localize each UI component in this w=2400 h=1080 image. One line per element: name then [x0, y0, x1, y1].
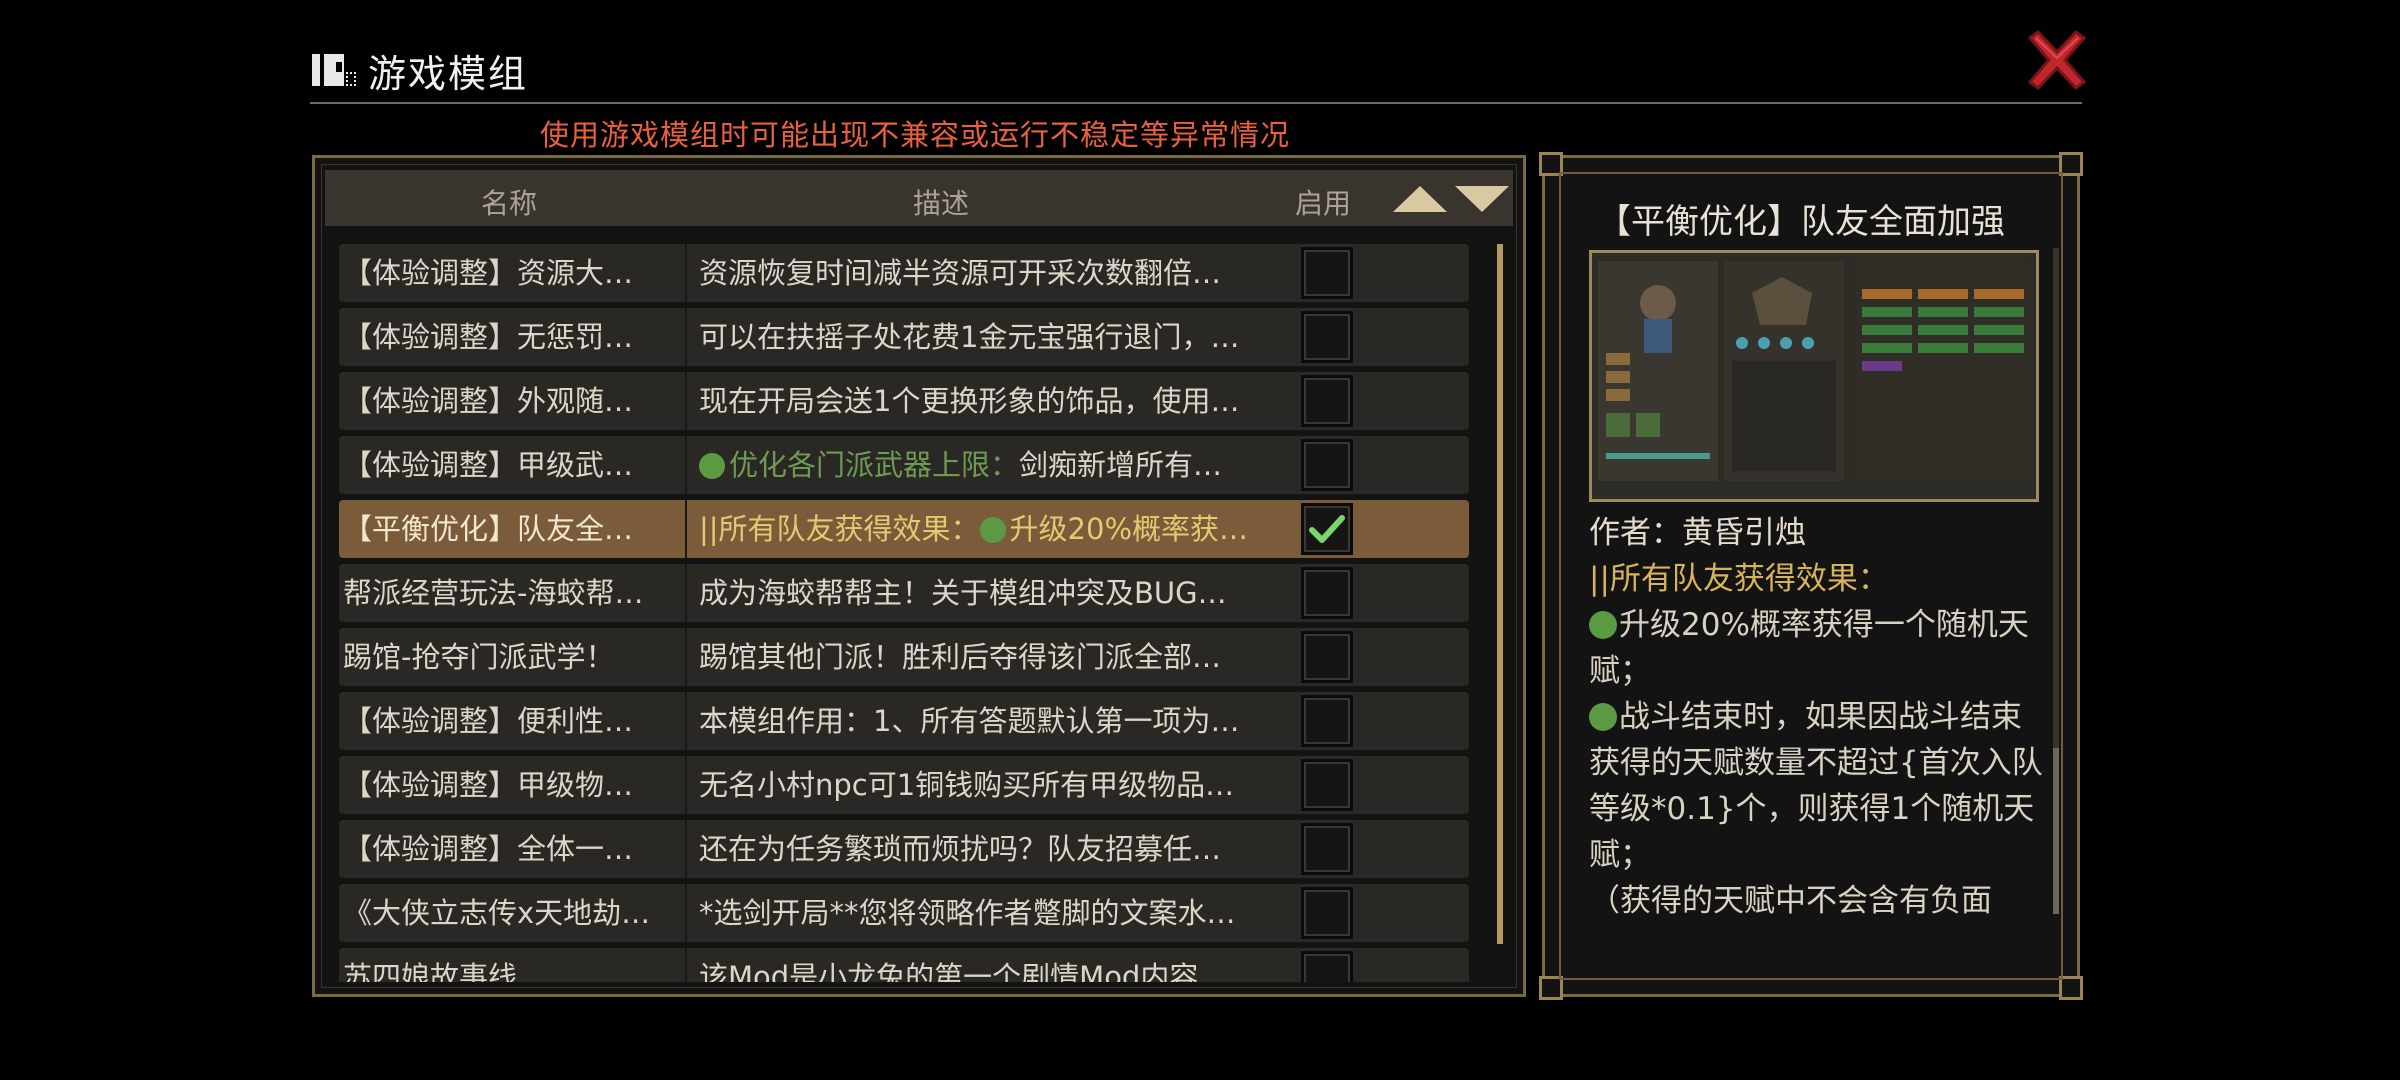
- header-enable: 启用: [1295, 187, 1352, 220]
- mod-description: *选剑开局**您将领略作者蹩脚的文案水…: [699, 896, 1236, 930]
- mod-description: 该Mod是小龙兔的第一个剧情Mod内容…: [699, 960, 1228, 982]
- header-description: 描述: [913, 187, 970, 220]
- mod-description: 无名小村npc可1铜钱购买所有甲级物品…: [699, 768, 1235, 802]
- green-dot-icon: [1589, 703, 1617, 731]
- enable-checkbox[interactable]: [1301, 759, 1353, 811]
- mod-name: 踢馆-抢夺门派武学！: [343, 640, 615, 674]
- mod-name: 【体验调整】甲级武…: [343, 448, 634, 482]
- enable-checkbox[interactable]: [1301, 439, 1353, 491]
- mod-description: 现在开局会送1个更换形象的饰品，使用…: [699, 384, 1240, 418]
- triangle-down-icon: [1455, 186, 1509, 212]
- mod-description: 还在为任务繁琐而烦扰吗？队友招募任…: [699, 832, 1222, 866]
- mod-description: 成为海蛟帮帮主！关于模组冲突及BUG…: [699, 576, 1227, 610]
- list-item[interactable]: 踢馆-抢夺门派武学！ 踢馆其他门派！胜利后夺得该门派全部…: [339, 628, 1469, 686]
- enable-checkbox[interactable]: [1301, 823, 1353, 875]
- list-item-selected[interactable]: 【平衡优化】队友全… ||所有队友获得效果： 升级20%概率获…: [339, 500, 1469, 558]
- mod-name: 【平衡优化】队友全…: [343, 512, 634, 546]
- mod-name: 【体验调整】便利性…: [343, 704, 634, 738]
- list-scrollbar[interactable]: [1497, 244, 1503, 944]
- mod-detail-description: 作者：黄昏引烛 ||所有队友获得效果： 升级20%概率获得一个随机天赋； 战斗结…: [1589, 510, 2043, 920]
- enable-checkbox[interactable]: [1301, 695, 1353, 747]
- enable-checkbox[interactable]: [1301, 951, 1353, 982]
- close-x-icon: [2027, 29, 2087, 91]
- mod-description: 本模组作用：1、所有答题默认第一项为…: [699, 704, 1240, 738]
- mod-name: 《大侠立志传x天地劫…: [343, 896, 651, 930]
- list-item[interactable]: 苏四娘故事线 该Mod是小龙兔的第一个剧情Mod内容…: [339, 948, 1469, 982]
- mod-detail-panel: 【平衡优化】队友全面加强 作者：黄昏引烛 ||所有队友获得效果： 升级20%概率…: [1539, 152, 2083, 1000]
- effect-header: ||所有队友获得效果：: [1589, 561, 1889, 597]
- sort-down-button[interactable]: [1453, 184, 1511, 214]
- sort-up-button[interactable]: [1391, 184, 1449, 214]
- mod-name: 苏四娘故事线: [343, 960, 518, 982]
- mod-name: 【体验调整】资源大…: [343, 256, 634, 290]
- enable-checkbox[interactable]: [1301, 247, 1353, 299]
- list-item[interactable]: 【体验调整】外观随… 现在开局会送1个更换形象的饰品，使用…: [339, 372, 1469, 430]
- effect-line: 战斗结束时，如果因战斗结束获得的天赋数量不超过{首次入队等级*0.1}个，则获得…: [1589, 699, 2043, 873]
- green-dot-icon: [1589, 611, 1617, 639]
- list-item[interactable]: 【体验调整】全体一… 还在为任务繁琐而烦扰吗？队友招募任…: [339, 820, 1469, 878]
- list-item[interactable]: 【体验调整】无惩罚… 可以在扶摇子处花费1金元宝强行退门，…: [339, 308, 1469, 366]
- mod-name: 【体验调整】甲级物…: [343, 768, 634, 802]
- window-title: 游戏模组: [368, 51, 529, 96]
- window-title-bar: 游戏模组: [312, 44, 528, 96]
- enable-checkbox[interactable]: [1301, 311, 1353, 363]
- mod-name: 【体验调整】无惩罚…: [343, 320, 634, 354]
- mod-list: 【体验调整】资源大… 资源恢复时间减半资源可开采次数翻倍… 【体验调整】无惩罚……: [339, 244, 1479, 982]
- enable-checkbox[interactable]: [1301, 631, 1353, 683]
- triangle-up-icon: [1393, 186, 1447, 212]
- detail-scroll-thumb[interactable]: [2053, 748, 2059, 914]
- header-name: 名称: [481, 187, 538, 220]
- mod-description: 可以在扶摇子处花费1金元宝强行退门，…: [699, 320, 1240, 354]
- mod-name: 【体验调整】外观随…: [343, 384, 634, 418]
- title-divider: [310, 102, 2082, 104]
- enable-checkbox[interactable]: [1301, 567, 1353, 619]
- enable-checkbox-checked[interactable]: [1301, 503, 1353, 555]
- compatibility-warning: 使用游戏模组时可能出现不兼容或运行不稳定等异常情况: [540, 118, 1291, 152]
- effect-line: （获得的天赋中不会含有负面: [1589, 883, 1992, 919]
- mod-description: ||所有队友获得效果： 升级20%概率获…: [699, 512, 1249, 546]
- checkmark-icon: [1309, 515, 1345, 543]
- green-dot-icon: [699, 453, 725, 479]
- list-item[interactable]: 《大侠立志传x天地劫… *选剑开局**您将领略作者蹩脚的文案水…: [339, 884, 1469, 942]
- mod-description: 资源恢复时间减半资源可开采次数翻倍…: [699, 256, 1222, 290]
- mod-puzzle-icon: [312, 50, 356, 90]
- enable-checkbox[interactable]: [1301, 375, 1353, 427]
- green-dot-icon: [979, 517, 1006, 543]
- list-item[interactable]: 帮派经营玩法-海蛟帮… 成为海蛟帮帮主！关于模组冲突及BUG…: [339, 564, 1469, 622]
- enable-checkbox[interactable]: [1301, 887, 1353, 939]
- detail-title: 【平衡优化】队友全面加强: [1597, 202, 2005, 242]
- list-header: 名称 描述 启用: [325, 170, 1513, 226]
- mod-preview-image: [1589, 250, 2039, 502]
- mod-name: 【体验调整】全体一…: [343, 832, 634, 866]
- mod-description: 踢馆其他门派！胜利后夺得该门派全部…: [699, 640, 1222, 674]
- mod-list-panel: 名称 描述 启用 【体验调整】资源大… 资源恢复时间减半资源可开采次数翻倍… 【…: [312, 155, 1526, 997]
- close-button[interactable]: [2024, 28, 2090, 94]
- list-item[interactable]: 【体验调整】资源大… 资源恢复时间减半资源可开采次数翻倍…: [339, 244, 1469, 302]
- mod-author: 作者：黄昏引烛: [1589, 515, 1806, 551]
- detail-scrollbar[interactable]: [2053, 248, 2059, 914]
- list-item[interactable]: 【体验调整】甲级物… 无名小村npc可1铜钱购买所有甲级物品…: [339, 756, 1469, 814]
- list-scroll-thumb[interactable]: [1497, 244, 1503, 944]
- mod-description: 优化各门派武器上限：剑痴新增所有…: [699, 436, 1291, 494]
- list-item[interactable]: 【体验调整】甲级武… 优化各门派武器上限：剑痴新增所有…: [339, 436, 1469, 494]
- effect-line: 升级20%概率获得一个随机天赋；: [1589, 607, 2029, 689]
- list-item[interactable]: 【体验调整】便利性… 本模组作用：1、所有答题默认第一项为…: [339, 692, 1469, 750]
- mod-name: 帮派经营玩法-海蛟帮…: [343, 576, 644, 610]
